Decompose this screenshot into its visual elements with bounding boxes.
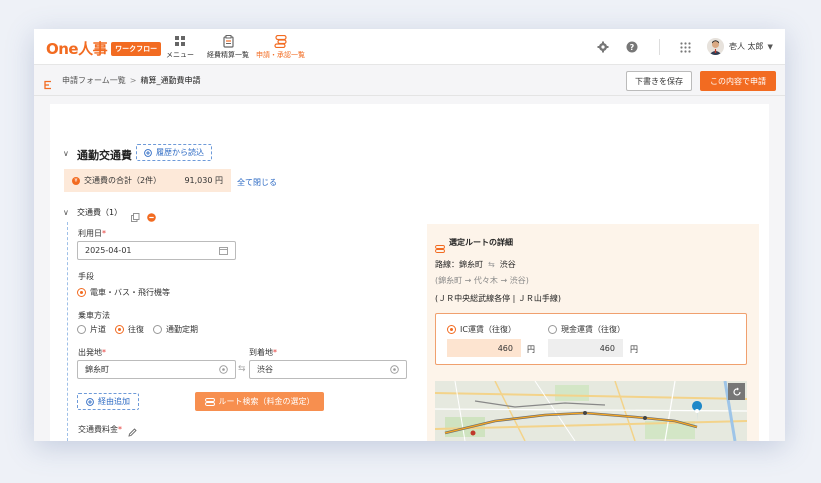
settings-gear-icon[interactable] [596,40,610,54]
to-label: 到着地* [249,348,277,357]
route-detail-icon [435,238,445,257]
breadcrumb: 申請フォーム一覧 > 精算_通勤費申請 [62,75,200,86]
cash-fare-label: 現金運賃（往復） [561,325,625,334]
ride-method-label: 乗車方法 [78,311,110,320]
form-card: ∨ 通勤交通費 履歴から読込 ¥ 交通費の合計（2件） 91,030 円 全て閉… [50,104,769,441]
collapse-all-link[interactable]: 全て閉じる [237,177,277,188]
calendar-icon [219,246,228,255]
route-search-label: ルート検索（料金の選定） [218,397,315,406]
user-name: 壱人 太郎 [729,42,764,51]
section-collapse-icon[interactable]: ∨ [63,149,69,158]
ic-fare-value: 460 [447,339,521,357]
help-icon[interactable]: ? [625,40,639,54]
means-label: 手段 [78,272,94,281]
item-title: 交通費（1） [77,208,123,217]
item-guide-line [67,222,68,441]
radio-ic-fare [447,325,456,334]
location-pin-icon [219,365,228,374]
cash-fare-unit: 円 [630,345,638,354]
radio-cash-fare [548,325,557,334]
breadcrumb-current: 精算_通勤費申請 [140,76,201,85]
logo-badge: ワークフロー [111,41,162,56]
nav-approval-list[interactable]: 申請・承認一覧 [256,34,305,60]
receipt-icon [221,34,235,48]
fare-options-box: IC運賃（往復） 460 円 現金運賃（往復） 460 円 [435,313,747,365]
add-waypoint-label: 経由追加 [98,397,130,406]
apps-grid-icon[interactable] [678,40,692,54]
avatar [707,38,724,55]
date-label: 利用日* [78,229,106,238]
nav-approval-list-label: 申請・承認一覧 [256,51,305,59]
remove-icon[interactable] [147,207,156,226]
ride-option-one-way: 片道 [90,325,106,334]
route-detail-panel: 選定ルートの詳細 路線：錦糸町 ⇆ 渋谷 (錦糸町 → 代々木 → 渋谷) (ＪＲ中… [427,224,759,441]
route-map[interactable] [435,381,747,441]
nav-expense-list-label: 経費精算一覧 [207,51,249,59]
to-input[interactable]: 渋谷 [249,360,407,379]
user-menu[interactable]: 壱人 太郎 ▼ [707,38,773,55]
radio-commuter-pass[interactable] [153,325,162,334]
plus-circle-icon [86,397,94,406]
logo-text: One人事 [46,40,108,58]
radio-round-trip[interactable] [115,325,124,334]
ic-fare-option[interactable]: IC運賃（往復） [447,324,516,335]
from-value: 錦糸町 [85,365,109,374]
chevron-down-icon: ▼ [767,42,773,51]
load-history-button[interactable]: 履歴から読込 [136,144,212,161]
back-arrow-icon[interactable] [43,75,55,90]
cash-fare-option[interactable]: 現金運賃（往復） [548,324,625,335]
cash-fare-value: 460 [548,339,623,357]
route-detail-title: 選定ルートの詳細 [449,238,513,247]
app-logo[interactable]: One人事 ワークフロー [46,38,162,59]
radio-one-way[interactable] [77,325,86,334]
nav-expense-list[interactable]: 経費精算一覧 [207,34,249,60]
ic-fare-unit: 円 [527,345,535,354]
ride-method-group: 片道 往復 通勤定期 [77,324,198,335]
header-divider [659,39,660,55]
breadcrumb-bar: 申請フォーム一覧 > 精算_通勤費申請 下書きを保存 この内容で申請 [34,66,785,96]
item-collapse-icon[interactable]: ∨ [63,208,69,217]
total-amount: 91,030 円 [184,176,223,185]
route-lines: (ＪＲ中央総武線各停 | ＪＲ山手線) [435,294,562,303]
route-icon [204,397,215,406]
fare-label: 交通費料金* [78,425,122,434]
top-header: One人事 ワークフロー メニュー 経費精算一覧 申請・承認一覧 ? 壱人 太郎… [34,29,785,65]
breadcrumb-separator: > [129,76,137,85]
swap-icon[interactable]: ⇆ [238,364,246,374]
svg-text:?: ? [630,43,635,52]
edit-pencil-icon[interactable] [128,422,137,441]
app-window: One人事 ワークフロー メニュー 経費精算一覧 申請・承認一覧 ? 壱人 太郎… [34,29,785,441]
from-input[interactable]: 錦糸町 [77,360,236,379]
load-history-label: 履歴から読込 [156,148,204,157]
save-draft-button[interactable]: 下書きを保存 [626,71,692,91]
approval-list-icon [273,34,288,48]
ride-option-round-trip: 往復 [128,325,144,334]
from-label: 出発地* [78,348,106,357]
to-value: 渋谷 [257,365,273,374]
nav-menu-label: メニュー [166,51,194,59]
route-line-summary: 路線：錦糸町 ⇆ 渋谷 [435,260,516,269]
copy-icon[interactable] [131,207,140,226]
total-summary: ¥ 交通費の合計（2件） 91,030 円 [64,169,231,192]
location-pin-icon [390,365,399,374]
means-radio-train[interactable]: 電車・バス・飛行機等 [77,287,170,298]
route-via: (錦糸町 → 代々木 → 渋谷) [435,276,529,285]
map-refresh-icon[interactable] [728,383,745,400]
total-label: 交通費の合計（2件） [84,176,162,185]
date-input[interactable]: 2025-04-01 [77,241,236,260]
route-search-button[interactable]: ルート検索（料金の選定） [195,392,324,411]
submit-button[interactable]: この内容で申請 [700,71,776,91]
ride-option-commuter-pass: 通勤定期 [166,325,198,334]
date-value: 2025-04-01 [85,246,132,255]
means-option-label: 電車・バス・飛行機等 [90,288,170,297]
nav-menu[interactable]: メニュー [166,34,194,60]
radio-selected [77,288,86,297]
breadcrumb-parent[interactable]: 申請フォーム一覧 [62,76,126,85]
add-waypoint-button[interactable]: 経由追加 [77,393,139,410]
grid-icon [173,34,187,48]
plus-circle-icon [144,148,152,157]
ic-fare-label: IC運賃（往復） [460,325,516,334]
yen-icon: ¥ [72,176,80,185]
section-title: 通勤交通費 [77,149,132,162]
